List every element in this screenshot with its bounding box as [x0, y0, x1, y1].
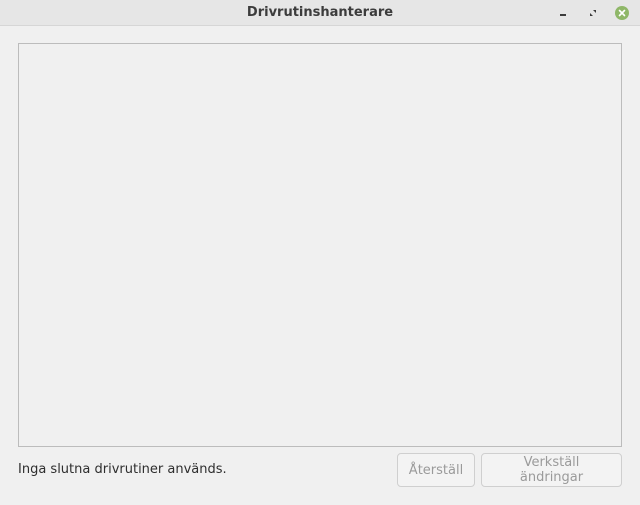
driver-manager-window: Drivrutinshanterare Inga slutna drivruti…	[0, 0, 640, 505]
window-title: Drivrutinshanterare	[246, 5, 394, 20]
minimize-icon	[560, 14, 566, 16]
title-bar[interactable]: Drivrutinshanterare	[0, 0, 640, 26]
minimize-button[interactable]	[554, 4, 572, 22]
restore-icon	[590, 10, 596, 16]
close-button[interactable]	[613, 4, 631, 22]
close-icon	[615, 6, 629, 20]
restore-button[interactable]	[584, 4, 602, 22]
reset-button[interactable]: Återställ	[397, 453, 475, 487]
driver-list-panel[interactable]	[18, 43, 622, 447]
apply-changes-button[interactable]: Verkställ ändringar	[481, 453, 622, 487]
status-label: Inga slutna drivrutiner används.	[18, 462, 227, 477]
